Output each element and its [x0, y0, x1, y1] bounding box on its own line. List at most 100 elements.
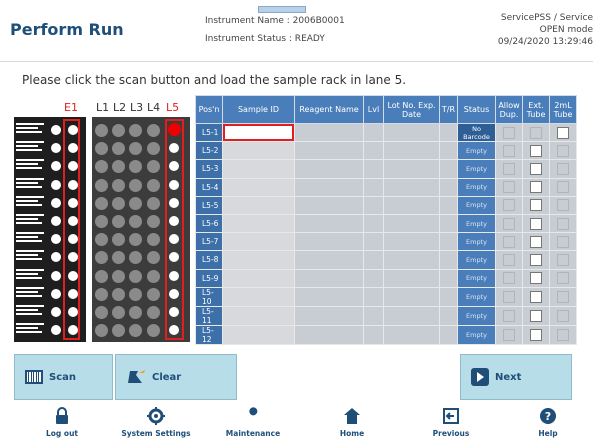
maintenance-button[interactable]: Maintenance	[208, 405, 298, 438]
barcode-label	[16, 214, 46, 226]
rack-position-dot	[147, 160, 160, 174]
sample-id-cell[interactable]	[222, 286, 295, 307]
allow-dup-checkbox	[503, 309, 515, 322]
ext-tube-checkbox[interactable]	[530, 144, 542, 157]
rack-position-dot	[129, 124, 142, 137]
table-row[interactable]: L5-11 Empty	[195, 305, 577, 326]
rack-position-dot	[129, 251, 142, 265]
2ml-tube-checkbox[interactable]	[557, 126, 569, 139]
position-cell: L5-7	[195, 232, 223, 252]
rack-position-dot	[112, 142, 125, 156]
lot-no-cell	[383, 305, 440, 326]
barcode-label	[16, 305, 46, 317]
sample-id-cell[interactable]	[222, 159, 295, 179]
sample-id-cell[interactable]	[222, 324, 295, 345]
rack-position-dot	[95, 215, 108, 228]
rack-position-dot	[112, 233, 125, 247]
2ml-tube-cell	[549, 195, 577, 215]
allow-dup-cell	[495, 159, 523, 179]
2ml-tube-cell	[549, 232, 577, 252]
allow-dup-cell	[495, 122, 523, 143]
status-cell: Empty	[457, 213, 496, 234]
ext-tube-checkbox[interactable]	[530, 181, 542, 194]
lvl-cell	[363, 232, 384, 252]
ext-tube-checkbox	[530, 126, 542, 139]
col-posn: Pos'n	[195, 95, 223, 124]
reagent-name-cell	[294, 177, 364, 197]
table-row[interactable]: L5-1 No Barcode	[195, 122, 577, 143]
scan-button[interactable]: Scan	[14, 354, 113, 400]
2ml-tube-cell	[549, 268, 577, 288]
ext-tube-checkbox[interactable]	[530, 162, 542, 175]
allow-dup-checkbox	[503, 217, 515, 230]
sample-id-cell[interactable]	[222, 268, 295, 288]
table-row[interactable]: L5-2 Empty	[195, 141, 577, 161]
table-row[interactable]: L5-12 Empty	[195, 324, 577, 345]
rack-position-dot	[112, 124, 125, 137]
logout-button[interactable]: Log out	[17, 405, 107, 438]
table-row[interactable]: L5-8 Empty	[195, 250, 577, 270]
table-row[interactable]: L5-9 Empty	[195, 268, 577, 288]
tr-cell	[439, 305, 458, 326]
col-allow-dup: Allow Dup.	[495, 95, 523, 124]
sample-id-cell[interactable]	[222, 141, 295, 161]
table-row[interactable]: L5-4 Empty	[195, 177, 577, 197]
col-tr: T/R	[439, 95, 458, 124]
barcode-label	[16, 177, 46, 190]
tr-cell	[439, 268, 458, 288]
lot-no-cell	[383, 213, 440, 234]
col-reagent-name: Reagent Name	[294, 95, 364, 124]
allow-dup-cell	[495, 177, 523, 197]
clear-button[interactable]: Clear	[115, 354, 237, 400]
allow-dup-cell	[495, 141, 523, 161]
home-label: Home	[339, 429, 365, 438]
rack-position-dot	[129, 306, 142, 319]
table-row[interactable]: L5-7 Empty	[195, 232, 577, 252]
system-settings-button[interactable]: System Settings	[111, 405, 201, 438]
sample-id-cell[interactable]	[222, 122, 295, 143]
footer-nav: Log out System Settings Maintenance Home…	[0, 405, 593, 443]
2ml-tube-cell	[549, 141, 577, 161]
table-row[interactable]: L5-5 Empty	[195, 195, 577, 215]
ext-tube-checkbox[interactable]	[530, 235, 542, 248]
ext-tube-checkbox[interactable]	[530, 217, 542, 230]
barcode-label	[16, 232, 46, 244]
sample-id-cell[interactable]	[222, 250, 295, 270]
ext-tube-checkbox[interactable]	[530, 199, 542, 212]
rack-position-dot	[129, 178, 142, 192]
ext-tube-cell	[522, 305, 550, 326]
ext-tube-cell	[522, 122, 550, 143]
home-button[interactable]: Home	[307, 405, 397, 438]
previous-icon	[443, 408, 459, 424]
table-row[interactable]: L5-6 Empty	[195, 213, 577, 234]
ext-tube-checkbox[interactable]	[530, 272, 542, 285]
sample-id-cell[interactable]	[222, 177, 295, 197]
sample-id-cell[interactable]	[222, 305, 295, 326]
ext-tube-checkbox[interactable]	[530, 328, 542, 341]
position-cell: L5-6	[195, 213, 223, 234]
sample-rack-lanes[interactable]	[92, 117, 190, 342]
help-button[interactable]: ? Help	[503, 405, 593, 438]
2ml-tube-cell	[549, 286, 577, 307]
ext-tube-checkbox[interactable]	[530, 290, 542, 303]
reagent-name-cell	[294, 250, 364, 270]
rack-position-dot	[95, 124, 108, 137]
table-row[interactable]: L5-10 Empty	[195, 286, 577, 307]
reagent-name-cell	[294, 305, 364, 326]
rack-position-dot	[51, 197, 61, 208]
rack-position-dot	[112, 324, 125, 338]
position-cell: L5-11	[195, 305, 223, 326]
sample-id-cell[interactable]	[222, 232, 295, 252]
page-title: Perform Run	[10, 20, 124, 39]
sample-id-cell[interactable]	[222, 195, 295, 215]
sample-id-cell[interactable]	[222, 213, 295, 234]
rack-position-dot	[147, 124, 160, 137]
ext-tube-checkbox[interactable]	[530, 253, 542, 266]
rack-position-dot	[129, 142, 142, 156]
ext-tube-checkbox[interactable]	[530, 309, 542, 322]
allow-dup-cell	[495, 268, 523, 288]
previous-button[interactable]: Previous	[406, 405, 496, 438]
next-button[interactable]: Next	[460, 354, 572, 400]
table-row[interactable]: L5-3 Empty	[195, 159, 577, 179]
ext-tube-cell	[522, 286, 550, 307]
